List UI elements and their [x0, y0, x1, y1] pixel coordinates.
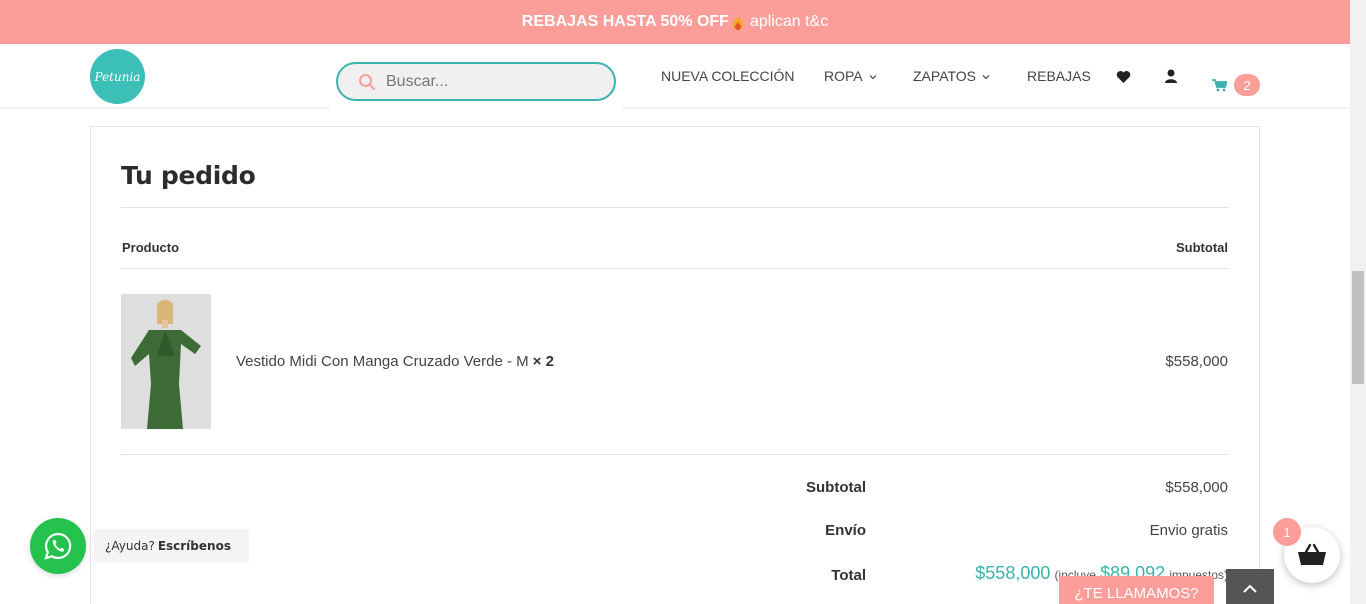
cart-count-badge[interactable]: 2	[1234, 74, 1260, 96]
nav-nueva-coleccion[interactable]: NUEVA COLECCIÓN	[661, 68, 795, 84]
total-amount: $558,000	[975, 563, 1051, 583]
site-header: Petunia NUEVA COLECCIÓN ROPA ZAPATOS REB…	[0, 44, 1350, 112]
chevron-down-icon	[869, 75, 877, 80]
nav-ropa[interactable]: ROPA	[824, 68, 877, 84]
product-title: Vestido Midi Con Manga Cruzado Verde - M	[236, 353, 529, 370]
basket-icon	[1298, 543, 1326, 565]
divider	[121, 454, 1229, 455]
chevron-up-icon	[1243, 584, 1257, 593]
subtotal-value: $558,000	[1165, 479, 1228, 496]
shipping-label: Envío	[825, 522, 866, 539]
promo-rest-text: aplican t&c	[749, 13, 829, 30]
product-price: $558,000	[1165, 353, 1228, 370]
product-quantity: × 2	[532, 353, 554, 370]
subtotal-label: Subtotal	[806, 479, 866, 496]
heart-icon[interactable]	[1116, 70, 1131, 84]
whatsapp-button[interactable]	[30, 518, 86, 574]
chevron-down-icon	[982, 75, 990, 80]
promo-bold-text: REBAJAS HASTA 50% OFF	[521, 13, 729, 30]
whatsapp-help-chip[interactable]: ¿Ayuda? Escríbenos	[94, 529, 249, 563]
scroll-to-top-button[interactable]	[1226, 569, 1274, 604]
nav-zapatos-label: ZAPATOS	[913, 68, 977, 84]
whatsapp-icon	[44, 532, 72, 560]
product-image[interactable]	[121, 294, 211, 429]
column-subtotal: Subtotal	[1176, 240, 1228, 255]
nav-zapatos[interactable]: ZAPATOS	[913, 68, 990, 84]
petunia-logo[interactable]: Petunia	[90, 49, 145, 104]
divider	[121, 207, 1229, 208]
nav-rebajas[interactable]: REBAJAS	[1027, 68, 1091, 84]
search-box[interactable]	[336, 62, 616, 101]
search-icon[interactable]	[358, 73, 376, 91]
product-name[interactable]: Vestido Midi Con Manga Cruzado Verde - M…	[236, 353, 554, 370]
promo-banner[interactable]: REBAJAS HASTA 50% OFF aplican t&c	[0, 0, 1350, 44]
scrollbar-thumb[interactable]	[1352, 271, 1364, 384]
total-label: Total	[831, 567, 866, 584]
user-icon[interactable]	[1164, 69, 1178, 84]
call-me-button[interactable]: ¿TE LLAMAMOS?	[1059, 576, 1214, 604]
page: REBAJAS HASTA 50% OFF aplican t&c Petuni…	[0, 0, 1366, 604]
logo-text: Petunia	[94, 69, 141, 84]
help-question: ¿Ayuda?	[105, 539, 155, 553]
shipping-value: Envio gratis	[1149, 522, 1228, 539]
basket-count-badge[interactable]: 1	[1273, 518, 1301, 546]
search-input[interactable]	[386, 72, 586, 91]
order-title: Tu pedido	[121, 161, 256, 190]
product-photo	[121, 294, 211, 429]
page-scrollbar[interactable]	[1350, 0, 1366, 604]
search-container	[330, 54, 622, 112]
nav-ropa-label: ROPA	[824, 68, 863, 84]
cart-icon[interactable]	[1212, 79, 1227, 92]
help-action: Escríbenos	[157, 539, 231, 553]
divider	[121, 268, 1229, 269]
flame-icon	[732, 15, 743, 30]
column-product: Producto	[122, 240, 180, 255]
order-review: Tu pedido Producto Subtotal Vestido Midi…	[90, 126, 1260, 604]
